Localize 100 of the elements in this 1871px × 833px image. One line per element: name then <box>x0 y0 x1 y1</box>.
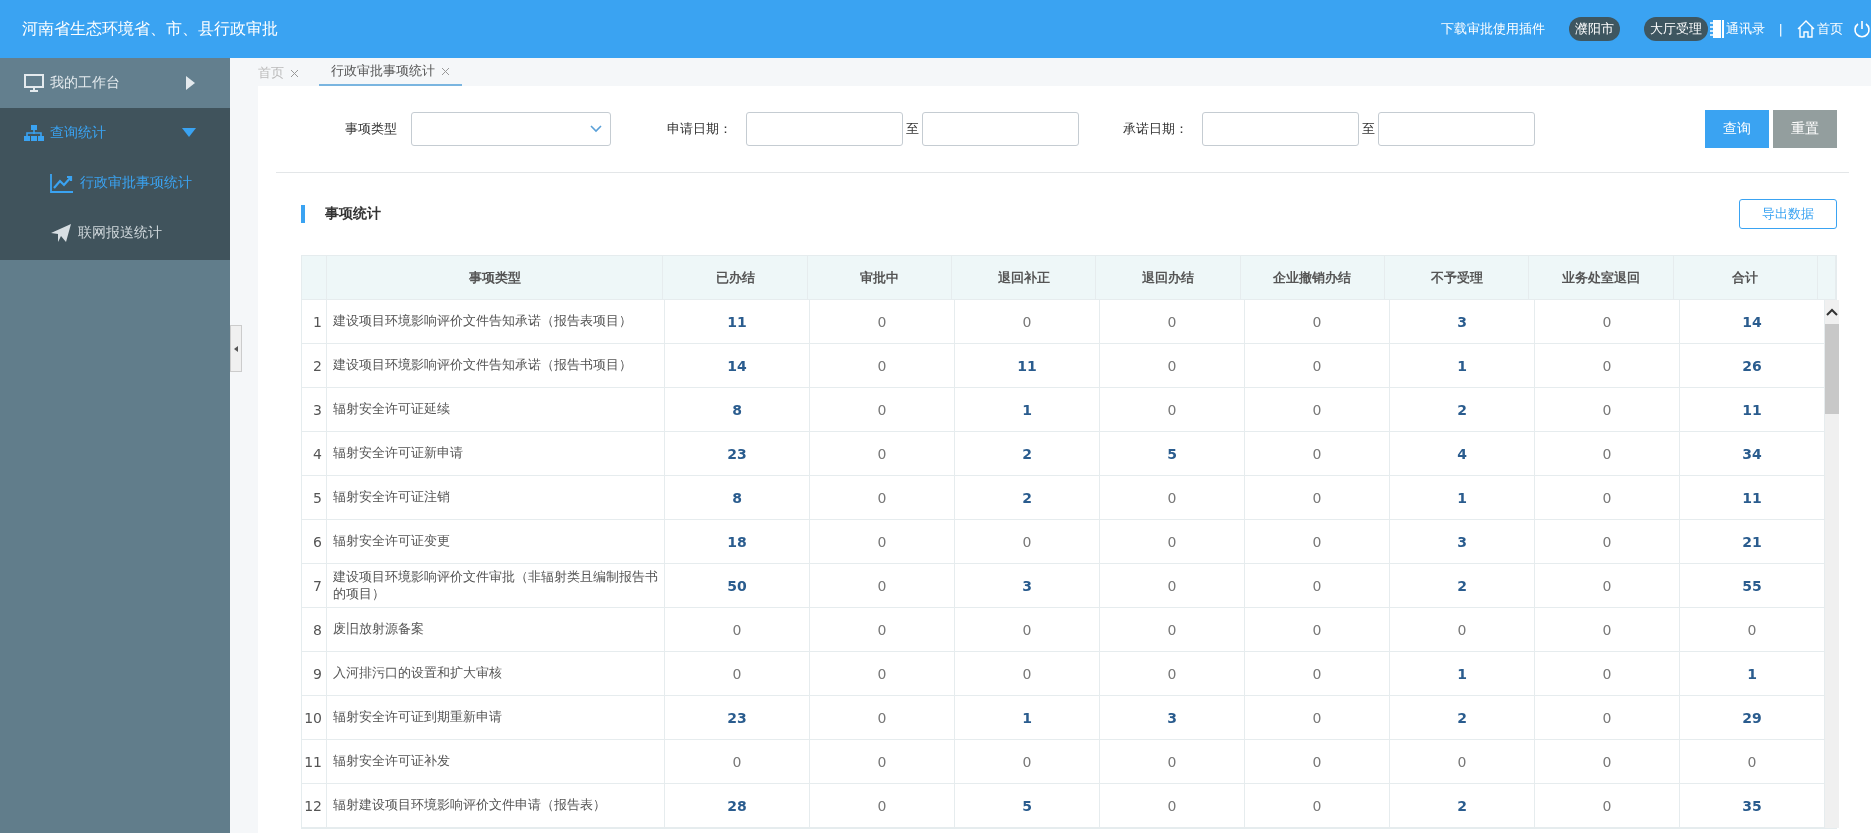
table-cell: 0 <box>1535 696 1680 740</box>
table-cell: 11 <box>955 344 1100 388</box>
power-icon[interactable] <box>1853 20 1871 38</box>
table-cell: 0 <box>1100 476 1245 520</box>
table-cell: 0 <box>955 740 1100 784</box>
table-cell: 28 <box>665 784 810 828</box>
row-number: 1 <box>302 300 327 344</box>
table-cell: 建设项目环境影响评价文件告知承诺（报告书项目） <box>327 344 665 388</box>
date-input[interactable] <box>1378 112 1535 146</box>
table-cell: 0 <box>1100 344 1245 388</box>
row-number: 11 <box>302 740 327 784</box>
table-cell: 0 <box>1245 564 1390 608</box>
close-icon[interactable] <box>290 68 299 78</box>
table-cell: 辐射建设项目环境影响评价文件申请（报告表） <box>327 784 665 828</box>
sidebar-subitem[interactable]: 联网报送统计 <box>0 208 230 258</box>
table-cell: 0 <box>665 608 810 652</box>
table-cell: 18 <box>665 520 810 564</box>
table-cell: 0 <box>810 696 955 740</box>
row-number: 8 <box>302 608 327 652</box>
table-cell: 辐射安全许可证变更 <box>327 520 665 564</box>
home-link[interactable]: 首页 <box>1797 20 1843 38</box>
table-cell: 0 <box>955 608 1100 652</box>
table-cell: 3 <box>955 564 1100 608</box>
table-cell: 0 <box>1100 564 1245 608</box>
table-cell: 0 <box>1535 520 1680 564</box>
table-cell: 50 <box>665 564 810 608</box>
range-label: 至 <box>906 120 919 138</box>
apply-date-label: 申请日期： <box>667 120 732 138</box>
table-cell: 1 <box>955 696 1100 740</box>
table-cell: 0 <box>1390 740 1535 784</box>
plugin-download-link[interactable]: 下载审批使用插件 <box>1440 20 1545 38</box>
table-cell: 0 <box>810 344 955 388</box>
table-cell: 0 <box>810 476 955 520</box>
column-header: 退回办结 <box>1096 256 1241 300</box>
table-cell: 辐射安全许可证补发 <box>327 740 665 784</box>
column-header: 业务处室退回 <box>1529 256 1674 300</box>
column-header: 不予受理 <box>1385 256 1530 300</box>
table-cell: 2 <box>1390 784 1535 828</box>
table-cell: 辐射安全许可证注销 <box>327 476 665 520</box>
table-cell: 23 <box>665 696 810 740</box>
caret-down-icon <box>182 128 196 138</box>
query-button[interactable]: 查询 <box>1705 110 1769 148</box>
table-cell: 0 <box>1535 608 1680 652</box>
table-cell: 0 <box>665 740 810 784</box>
user-tag: 大厅受理 <box>1643 17 1708 41</box>
table-cell: 0 <box>1245 388 1390 432</box>
table-cell: 0 <box>1245 784 1390 828</box>
sidebar-subitem[interactable]: 行政审批事项统计 <box>0 158 230 208</box>
range-label: 至 <box>1362 120 1375 138</box>
paper-plane-icon <box>50 223 72 243</box>
monitor-icon <box>24 74 44 92</box>
table-cell: 0 <box>1245 300 1390 344</box>
promise-date-label: 承诺日期： <box>1123 120 1188 138</box>
export-button[interactable]: 导出数据 <box>1739 199 1837 229</box>
item-type-label: 事项类型 <box>345 120 397 138</box>
date-input[interactable] <box>1202 112 1359 146</box>
table-cell: 辐射安全许可证新申请 <box>327 432 665 476</box>
row-number: 9 <box>302 652 327 696</box>
scrollbar[interactable] <box>1825 300 1839 828</box>
table-cell: 0 <box>810 432 955 476</box>
separator: | <box>1778 21 1783 37</box>
date-input[interactable] <box>746 112 903 146</box>
section-title: 事项统计 <box>325 205 381 223</box>
item-type-select[interactable] <box>411 112 611 146</box>
caret-right-icon <box>186 76 196 90</box>
table-cell: 建设项目环境影响评价文件告知承诺（报告表项目） <box>327 300 665 344</box>
table-cell: 0 <box>810 608 955 652</box>
row-number: 12 <box>302 784 327 828</box>
table-cell: 0 <box>1535 300 1680 344</box>
table-cell: 0 <box>1100 740 1245 784</box>
row-number: 7 <box>302 564 327 608</box>
table-cell: 3 <box>1100 696 1245 740</box>
collapse-handle[interactable] <box>230 325 242 372</box>
column-header: 退回补正 <box>952 256 1097 300</box>
table-cell: 0 <box>1535 432 1680 476</box>
column-header: 事项类型 <box>326 256 664 300</box>
scrollbar-thumb[interactable] <box>1825 324 1839 414</box>
table-cell: 2 <box>1390 696 1535 740</box>
page-tab[interactable]: 首页 <box>258 64 311 86</box>
table-cell: 2 <box>1390 388 1535 432</box>
table-cell: 0 <box>1100 608 1245 652</box>
table-cell: 2 <box>955 432 1100 476</box>
table-cell: 0 <box>1245 652 1390 696</box>
reset-button[interactable]: 重置 <box>1773 110 1837 148</box>
table-cell: 入河排污口的设置和扩大审核 <box>327 652 665 696</box>
table-cell: 14 <box>665 344 810 388</box>
table-cell: 0 <box>1245 476 1390 520</box>
scroll-up-icon[interactable] <box>1826 308 1838 316</box>
table-cell: 5 <box>1100 432 1245 476</box>
date-input[interactable] <box>922 112 1079 146</box>
table-cell: 0 <box>1100 388 1245 432</box>
table-cell: 3 <box>1390 520 1535 564</box>
table-cell: 0 <box>665 652 810 696</box>
table-cell: 0 <box>1535 652 1680 696</box>
table-cell: 0 <box>955 300 1100 344</box>
table-cell: 1 <box>1390 652 1535 696</box>
contacts-link[interactable]: 通讯录 <box>1709 19 1765 39</box>
table-cell: 0 <box>1245 344 1390 388</box>
table-cell: 0 <box>1100 300 1245 344</box>
close-icon[interactable] <box>441 66 450 76</box>
